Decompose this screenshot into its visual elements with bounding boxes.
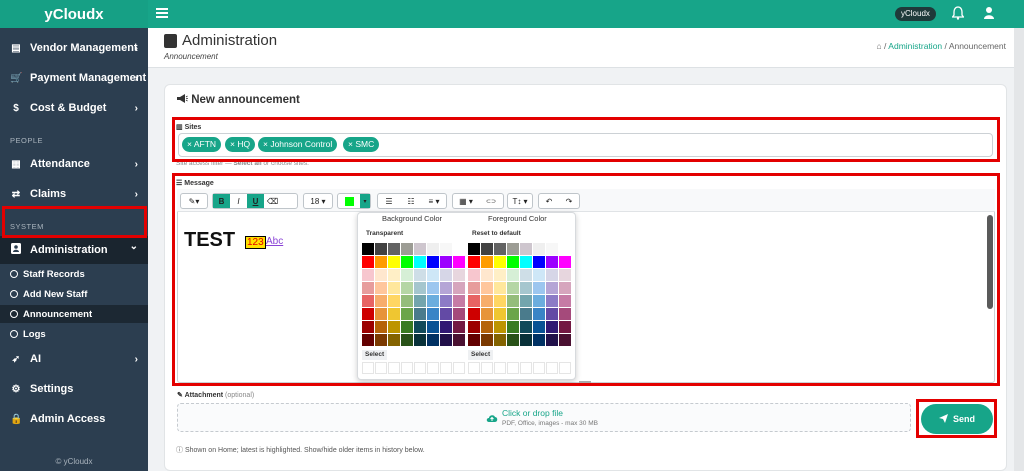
sidebar-item-administration[interactable]: Administration ⌄ [0, 236, 148, 264]
sidebar-subitem-logs[interactable]: Logs [10, 325, 148, 343]
page-title: Administration [182, 32, 278, 49]
breadcrumb-separator: / [884, 41, 887, 51]
exchange-icon: ⇄ [11, 188, 21, 200]
sidebar-item-vendor-management[interactable]: ▤ Vendor Management › [0, 34, 148, 62]
footnote: ⓘ Shown on Home; latest is highlighted. … [176, 445, 425, 455]
sidebar-item-ai[interactable]: ➶ AI › [0, 345, 148, 373]
circle-icon [10, 290, 18, 298]
sidebar-item-label: Payment Management [30, 72, 147, 84]
dollar-icon: $ [13, 102, 19, 114]
sidebar-item-cost-budget[interactable]: $ Cost & Budget › [0, 94, 148, 122]
sidebar-item-label: Attendance [30, 158, 90, 170]
sidebar-item-label: Admin Access [30, 413, 106, 425]
hamburger-menu-icon[interactable] [156, 6, 168, 20]
chevron-right-icon: › [134, 158, 138, 170]
id-card-icon: ▤ [11, 42, 21, 54]
sidebar-item-settings[interactable]: ⚙ Settings [0, 375, 148, 403]
attachment-label-text: Attachment [184, 392, 224, 399]
subitem-label: Staff Records [23, 268, 85, 280]
circle-icon [10, 270, 18, 278]
page-subtitle: Announcement [164, 52, 218, 61]
chevron-right-icon: › [134, 42, 138, 54]
chevron-right-icon: › [134, 72, 138, 84]
card-title: New announcement [177, 94, 300, 106]
sidebar-subitem-add-new-staff[interactable]: Add New Staff [10, 285, 148, 303]
sidebar-subitem-staff-records[interactable]: Staff Records [10, 265, 148, 283]
chevron-right-icon: › [134, 188, 138, 200]
footnote-text: Shown on Home; latest is highlighted. Sh… [184, 447, 425, 454]
breadcrumb: ⌂ / Administration / Announcement [877, 41, 1007, 51]
rocket-icon: ➶ [11, 353, 21, 365]
chevron-right-icon: › [134, 353, 138, 365]
dropzone-title: Click or drop file [502, 408, 563, 418]
paperclip-icon: ✎ [177, 392, 183, 399]
page-scrollbar[interactable] [1014, 28, 1024, 471]
cloud-upload-icon [486, 410, 498, 422]
gear-icon: ⚙ [11, 383, 21, 395]
brand-text: yCloudx [44, 5, 104, 23]
subitem-label: Announcement [23, 308, 93, 320]
highlight-box-send [916, 399, 997, 438]
attachment-label: ✎ Attachment (optional) [177, 391, 254, 399]
home-icon[interactable]: ⌂ [877, 41, 882, 51]
breadcrumb-link-administration[interactable]: Administration [888, 41, 942, 51]
page-header: Administration Announcement ⌂ / Administ… [148, 28, 1024, 68]
optional-text: (optional) [225, 392, 255, 399]
sidebar-footer: © yCloudx [55, 457, 93, 466]
tenant-chip[interactable]: yCloudx [895, 7, 936, 21]
breadcrumb-current: Announcement [948, 41, 1006, 51]
bell-icon[interactable] [951, 6, 966, 22]
circle-icon [10, 330, 18, 338]
sidebar-item-label: Claims [30, 188, 67, 200]
user-icon[interactable] [983, 6, 995, 22]
sidebar-item-label: Cost & Budget [30, 102, 107, 114]
highlight-box-message [172, 173, 1000, 386]
sidebar-item-label: Settings [30, 383, 74, 395]
breadcrumb-separator: / [944, 41, 947, 51]
admin-badge-icon [10, 243, 22, 257]
sidebar-item-label: Vendor Management [30, 42, 138, 54]
brand-logo[interactable]: yCloudx [0, 0, 148, 28]
sidebar-item-admin-access[interactable]: 🔒 Admin Access [0, 405, 148, 433]
subitem-label: Logs [23, 328, 46, 340]
highlight-box-sites [172, 117, 1000, 162]
chevron-right-icon: › [134, 102, 138, 114]
highlight-box-administration [2, 206, 147, 238]
sidebar-item-payment-management[interactable]: 🛒 Payment Management › [0, 64, 148, 92]
dropzone-hint: PDF, Office, images - max 30 MB [502, 420, 598, 427]
info-icon: ⓘ [176, 447, 183, 454]
sidebar-item-label: Administration [30, 244, 108, 256]
top-bar [0, 0, 1024, 28]
subitem-label: Add New Staff [23, 288, 88, 300]
megaphone-icon [177, 94, 191, 106]
sidebar-subitem-announcement[interactable]: Announcement [0, 305, 148, 323]
cart-icon: 🛒 [10, 72, 23, 84]
sidebar-item-claims[interactable]: ⇄ Claims › [0, 180, 148, 208]
sidebar-item-label: AI [30, 353, 41, 365]
circle-icon [10, 310, 18, 318]
sidebar: ▤ Vendor Management › 🛒 Payment Manageme… [0, 28, 148, 471]
card-title-text: New announcement [191, 94, 300, 106]
section-heading-people: PEOPLE [10, 136, 44, 145]
calendar-icon: ▦ [11, 158, 21, 170]
sidebar-item-attendance[interactable]: ▦ Attendance › [0, 150, 148, 178]
admin-badge-icon [164, 34, 177, 48]
lock-icon: 🔒 [10, 413, 23, 425]
chevron-down-icon: ⌄ [129, 241, 138, 252]
